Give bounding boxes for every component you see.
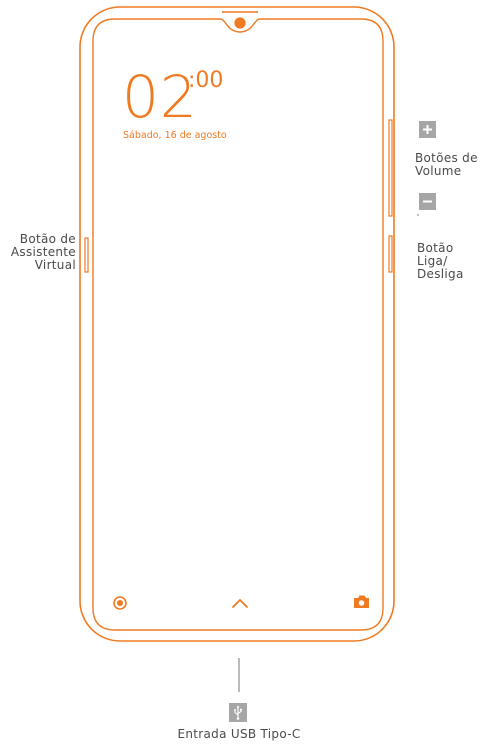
clock-minutes: :00 (188, 68, 224, 93)
volume-side-button (388, 119, 393, 217)
usb-icon (234, 705, 242, 720)
clock-hours: 02 (122, 63, 198, 131)
phone-diagram (79, 6, 419, 692)
stray-dot (417, 214, 419, 216)
usb-port-label: Entrada USB Tipo-C (177, 727, 301, 741)
volume-down-box (419, 193, 436, 210)
plus-icon (423, 125, 432, 134)
power-label-line-3: Desliga (417, 267, 464, 281)
volume-up-box (419, 121, 436, 138)
volume-label-line-2: Volume (415, 164, 462, 178)
power-button-label: Botão Liga/ Desliga (417, 242, 464, 281)
assistant-button-label: Botão de Assistente Virtual (11, 233, 76, 272)
minus-icon (423, 200, 432, 203)
front-camera-dot (234, 17, 246, 29)
chevron-up-icon[interactable] (232, 599, 248, 608)
usb-box (229, 703, 247, 722)
power-side-button (388, 235, 393, 273)
assistant-label-line-3: Virtual (34, 258, 76, 272)
lockscreen-date: Sábado, 16 de agosto (123, 130, 227, 141)
assistant-side-button (84, 237, 89, 273)
camera-icon[interactable] (354, 595, 369, 609)
volume-buttons-label: Botões de Volume (415, 152, 478, 178)
record-icon[interactable] (113, 596, 127, 610)
